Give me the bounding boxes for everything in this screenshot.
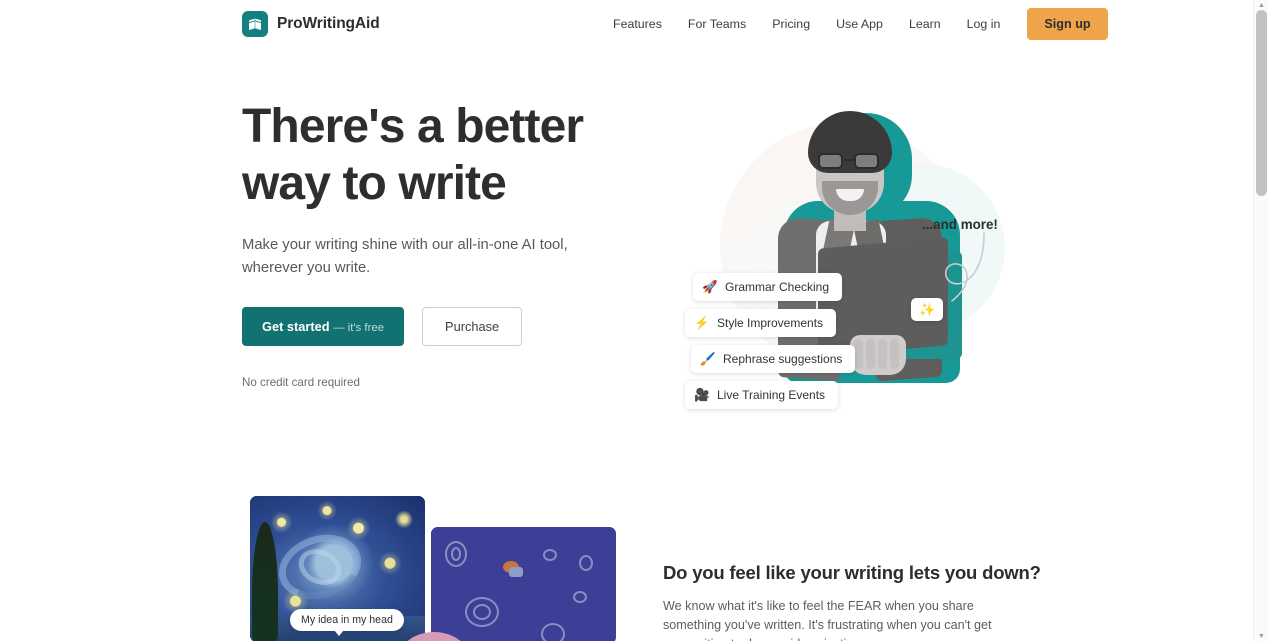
hero-title-line-1: There's a better bbox=[242, 100, 584, 153]
artwork-comparison: My idea in my head bbox=[250, 496, 616, 641]
purchase-button[interactable]: Purchase bbox=[422, 307, 523, 346]
nav-link-pricing[interactable]: Pricing bbox=[759, 11, 823, 37]
crude-drawing-card bbox=[431, 527, 616, 641]
chip-label-rephrase-suggestions: Rephrase suggestions bbox=[723, 352, 843, 366]
paintbrush-icon: 🖌️ bbox=[700, 351, 716, 366]
get-started-button[interactable]: Get started — it's free bbox=[242, 307, 405, 346]
scroll-up-icon[interactable]: ▲ bbox=[1254, 0, 1268, 10]
feature-chip-list: 🚀 Grammar Checking ⚡ Style Improvements … bbox=[685, 273, 856, 409]
and-more-annotation: ...and more! bbox=[922, 217, 998, 232]
site-header: ProWritingAid Features For Teams Pricing… bbox=[0, 0, 1253, 48]
chip-label-grammar-checking: Grammar Checking bbox=[725, 280, 830, 294]
section-body: We know what it's like to feel the FEAR … bbox=[663, 599, 992, 641]
page-title: There's a better way to write bbox=[242, 98, 642, 212]
hand bbox=[850, 335, 906, 375]
hero-illustration: 🚀 Grammar Checking ⚡ Style Improvements … bbox=[660, 103, 1030, 433]
glasses-icon bbox=[816, 153, 884, 169]
list-item: 🚀 Grammar Checking bbox=[693, 273, 843, 301]
list-item: 🎥 Live Training Events bbox=[685, 381, 839, 409]
list-item: ⚡ Style Improvements bbox=[685, 309, 837, 337]
hero-copy: There's a better way to write Make your … bbox=[242, 98, 642, 389]
nav-link-features[interactable]: Features bbox=[600, 11, 675, 37]
scrollbar-thumb[interactable] bbox=[1256, 10, 1267, 196]
nav-link-use-app[interactable]: Use App bbox=[823, 11, 896, 37]
lightning-icon: ⚡ bbox=[694, 315, 710, 330]
artwork-caption: My idea in my head bbox=[290, 609, 404, 636]
scroll-down-icon[interactable]: ▼ bbox=[1254, 631, 1268, 641]
lower-copy: Do you feel like your writing lets you d… bbox=[663, 562, 1041, 641]
chip-label-style-improvements: Style Improvements bbox=[717, 316, 824, 330]
rocket-icon: 🚀 bbox=[702, 279, 718, 294]
lower-section: My idea in my head Do you feel like your… bbox=[0, 488, 1253, 641]
movie-camera-icon: 🎥 bbox=[694, 387, 710, 402]
hero-section: There's a better way to write Make your … bbox=[0, 48, 1253, 488]
main-navigation: Features For Teams Pricing Use App Learn… bbox=[600, 0, 1108, 48]
nav-link-learn[interactable]: Learn bbox=[896, 11, 954, 37]
nav-link-for-teams[interactable]: For Teams bbox=[675, 11, 759, 37]
get-started-label: Get started bbox=[262, 319, 330, 334]
nav-link-log-in[interactable]: Log in bbox=[954, 11, 1014, 37]
section-title: Do you feel like your writing lets you d… bbox=[663, 562, 1041, 583]
hero-actions: Get started — it's free Purchase bbox=[242, 307, 642, 346]
hero-title-line-2: way to write bbox=[242, 157, 507, 210]
page-scrollbar[interactable]: ▲ ▼ bbox=[1253, 0, 1268, 641]
list-item: 🖌️ Rephrase suggestions bbox=[691, 345, 856, 373]
brand-logo-link[interactable]: ProWritingAid bbox=[242, 11, 380, 37]
doodle-arrow-icon bbox=[945, 232, 985, 302]
sign-up-button[interactable]: Sign up bbox=[1027, 8, 1108, 40]
book-logo-icon bbox=[242, 11, 268, 37]
brand-name: ProWritingAid bbox=[277, 15, 380, 32]
page-root: ProWritingAid Features For Teams Pricing… bbox=[0, 0, 1253, 641]
chip-label-live-training-events: Live Training Events bbox=[717, 388, 826, 402]
no-credit-card-note: No credit card required bbox=[242, 376, 360, 389]
hero-subtitle: Make your writing shine with our all-in-… bbox=[242, 237, 568, 276]
get-started-sublabel: — it's free bbox=[333, 322, 385, 334]
